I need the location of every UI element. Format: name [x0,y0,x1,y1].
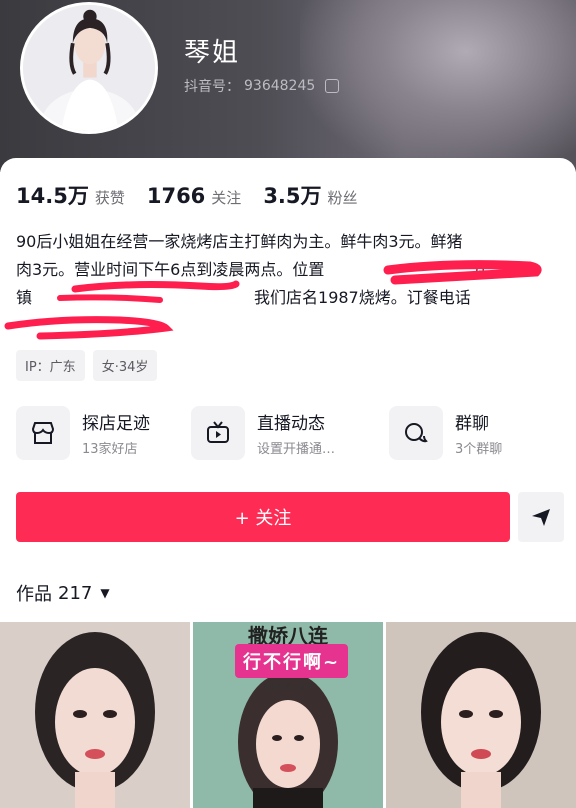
bio-line-1: 90后小姐姐在经营一家烧烤店主打鲜肉为主。鲜牛肉3元。鲜猪 [16,232,463,251]
copy-icon[interactable] [325,79,340,93]
send-icon [532,509,550,526]
caret-down-icon[interactable]: ▼ [100,586,109,600]
video-overlay-hint: 请讲出以上文字 [263,683,313,691]
avatar[interactable] [20,2,158,134]
likes-count: 14.5万 [16,184,89,208]
video-thumbnail[interactable] [0,622,190,808]
followers-count[interactable]: 3.5万 [263,180,321,210]
feature-subtitle: 设置开播通… [256,442,335,457]
followers-label[interactable]: 粉丝 [328,187,358,208]
following-label[interactable]: 关注 [211,187,241,208]
bio-text: 90后小姐姐在经营一家烧烤店主打鲜肉为主。鲜牛肉3元。鲜猪 肉3元。营业时间下午… [16,228,564,312]
works-count: 217 [58,582,93,604]
video-thumbnail[interactable] [386,622,576,808]
feature-title: 直播动态 [256,414,325,434]
following-count[interactable]: 1766 [147,184,205,208]
ip-tag: IP：广东 [16,350,85,381]
feature-subtitle: 3个群聊 [455,442,503,457]
feature-store-visits[interactable]: 探店足迹 13家好店 [16,406,191,460]
profile-header: 琴姐 抖音号： 93648245 [0,0,576,172]
profile-card: 14.5万 获赞 1766 关注 3.5万 粉丝 90后小姐姐在经营一家烧烤店主… [0,158,576,808]
feature-row: 探店足迹 13家好店 直播动态 设置开播通… 群聊 3个群聊 [16,406,564,460]
likes-label: 获赞 [94,189,125,207]
works-label: 作品 [16,584,52,605]
tv-icon [190,406,245,460]
douyin-id-value: 93648245 [244,78,316,94]
video-grid: 撒娇八连 行不行啊~ 请讲出以上文字 [0,622,576,808]
bio-line-3: 镇我们店名1987烧烤。订餐电话 [16,288,471,307]
stats-row: 14.5万 获赞 1766 关注 3.5万 粉丝 [16,180,380,210]
video-overlay-caption: 行不行啊~ [235,644,349,678]
chat-icon [389,406,443,460]
store-icon [16,406,70,460]
tags-row: IP：广东 女·34岁 [16,350,158,381]
bio-line-2: 肉3元。营业时间下午6点到凌晨两点。位置店 [16,260,491,279]
feature-group-chat[interactable]: 群聊 3个群聊 [389,406,564,460]
gender-age-tag: 女·34岁 [92,350,158,381]
feature-subtitle: 13家好店 [82,442,138,457]
feature-title: 群聊 [455,414,489,434]
feature-title: 探店足迹 [82,414,150,434]
action-row: + 关注 [16,492,564,542]
video-thumbnail[interactable]: 撒娇八连 行不行啊~ 请讲出以上文字 [193,622,383,808]
header-background-photo [300,0,576,172]
works-tab[interactable]: 作品 217 ▼ [16,580,110,606]
douyin-id[interactable]: 抖音号： 93648245 [184,76,340,96]
feature-live[interactable]: 直播动态 设置开播通… [190,406,389,460]
send-button[interactable] [518,492,564,542]
douyin-id-label: 抖音号： [184,79,240,95]
profile-name: 琴姐 [184,38,241,68]
follow-button[interactable]: + 关注 [16,492,510,542]
